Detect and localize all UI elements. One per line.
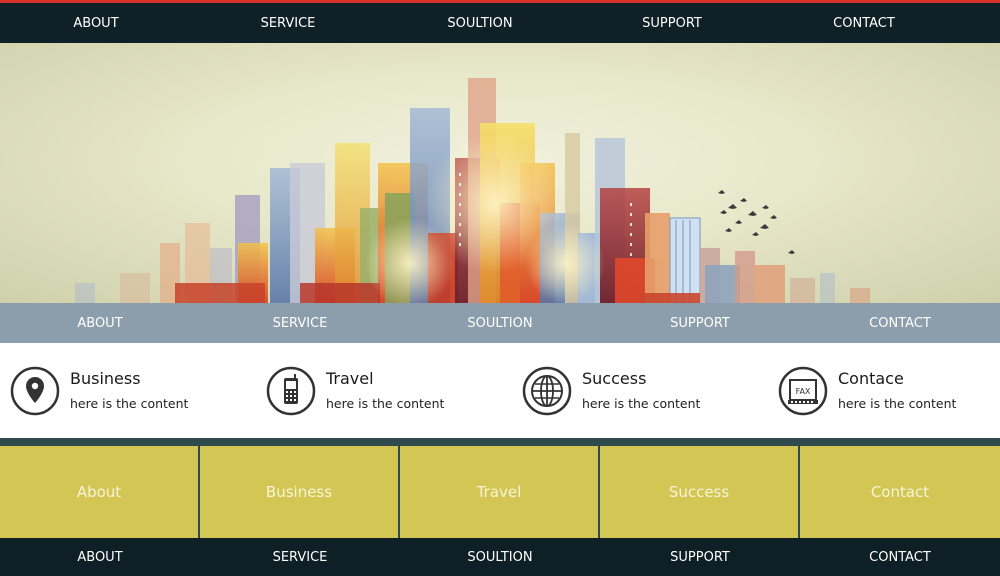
feature-text: here is the content xyxy=(326,396,445,411)
map-pin-icon xyxy=(10,366,60,416)
globe-icon xyxy=(522,366,572,416)
feature-text: here is the content xyxy=(70,396,189,411)
feature-travel: Travel here is the content xyxy=(256,343,512,438)
top-nav-contact[interactable]: CONTACT xyxy=(768,16,960,31)
tile-about[interactable]: About xyxy=(0,446,198,538)
sub-nav-support[interactable]: SUPPORT xyxy=(600,316,800,331)
top-nav-service[interactable]: SERVICE xyxy=(192,16,384,31)
feature-contace: FAX Contace here is the content xyxy=(768,343,1000,438)
tile-business[interactable]: Business xyxy=(200,446,398,538)
footer-nav-support[interactable]: SUPPORT xyxy=(600,550,800,565)
tile-row: About Business Travel Success Contact xyxy=(0,438,1000,538)
top-nav-about[interactable]: ABOUT xyxy=(0,16,192,31)
hero-banner xyxy=(0,43,1000,303)
feature-title: Success xyxy=(582,369,647,388)
footer-nav-solution[interactable]: SOULTION xyxy=(400,550,600,565)
footer-nav: ABOUT SERVICE SOULTION SUPPORT CONTACT xyxy=(0,538,1000,576)
feature-title: Contace xyxy=(838,369,904,388)
fax-icon-label: FAX xyxy=(796,387,811,396)
fax-icon: FAX xyxy=(778,366,828,416)
top-nav: ABOUT SERVICE SOULTION SUPPORT CONTACT xyxy=(0,0,1000,43)
sub-nav-about[interactable]: ABOUT xyxy=(0,316,200,331)
city-skyline-illustration xyxy=(75,78,870,303)
feature-business: Business here is the content xyxy=(0,343,256,438)
features-row: Business here is the content Travel here… xyxy=(0,343,1000,438)
footer-nav-contact[interactable]: CONTACT xyxy=(800,550,1000,565)
tile-success[interactable]: Success xyxy=(600,446,798,538)
sub-nav-contact[interactable]: CONTACT xyxy=(800,316,1000,331)
feature-text: here is the content xyxy=(838,396,957,411)
feature-title: Travel xyxy=(326,369,374,388)
secondary-nav: ABOUT SERVICE SOULTION SUPPORT CONTACT xyxy=(0,303,1000,343)
footer-nav-service[interactable]: SERVICE xyxy=(200,550,400,565)
tile-contact[interactable]: Contact xyxy=(800,446,1000,538)
sub-nav-service[interactable]: SERVICE xyxy=(200,316,400,331)
top-nav-solution[interactable]: SOULTION xyxy=(384,16,576,31)
tile-travel[interactable]: Travel xyxy=(400,446,598,538)
feature-text: here is the content xyxy=(582,396,701,411)
feature-success: Success here is the content xyxy=(512,343,768,438)
top-nav-support[interactable]: SUPPORT xyxy=(576,16,768,31)
sub-nav-solution[interactable]: SOULTION xyxy=(400,316,600,331)
mobile-phone-icon xyxy=(266,366,316,416)
feature-title: Business xyxy=(70,369,141,388)
footer-nav-about[interactable]: ABOUT xyxy=(0,550,200,565)
